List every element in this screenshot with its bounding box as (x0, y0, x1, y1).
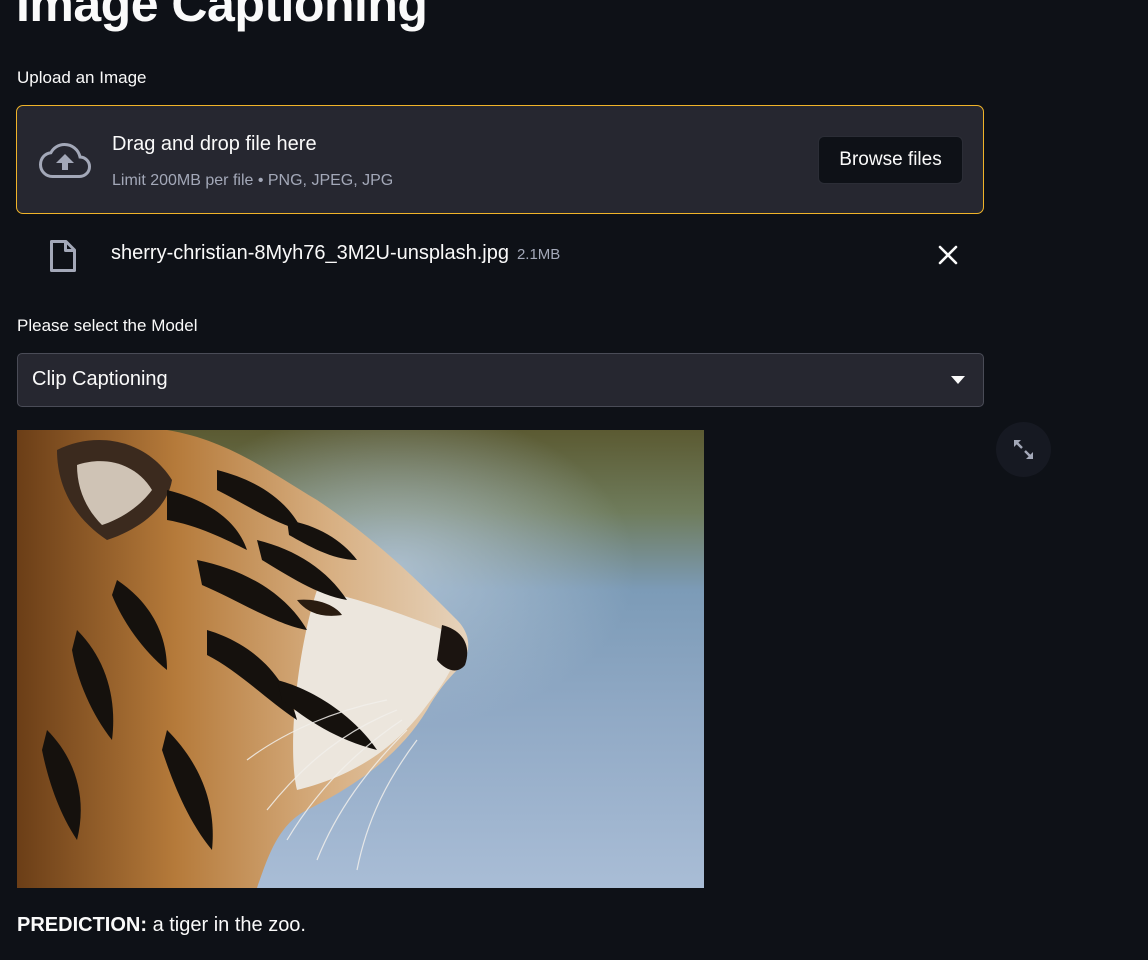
file-size: 2.1MB (516, 246, 561, 263)
page-title: Image Captioning (16, 0, 428, 32)
uploaded-file-row: sherry-christian-8Myh76_3M2U-unsplash.jp… (16, 230, 984, 280)
file-dropzone[interactable]: Drag and drop file here Limit 200MB per … (16, 105, 984, 214)
model-select[interactable]: Clip Captioning (17, 353, 984, 407)
app-page: Image Captioning Upload an Image Drag an… (0, 0, 1148, 960)
file-icon (50, 240, 76, 272)
fullscreen-icon (1014, 440, 1033, 459)
tiger-photo (17, 430, 704, 888)
prediction-caption: a tiger in the zoo. (152, 914, 306, 936)
model-select-label: Please select the Model (17, 316, 198, 335)
model-select-value: Clip Captioning (32, 368, 168, 390)
dropzone-title: Drag and drop file here (112, 133, 317, 155)
close-icon[interactable] (934, 241, 962, 269)
chevron-down-icon (951, 376, 965, 384)
prediction-text: PREDICTION: a tiger in the zoo. (17, 914, 306, 937)
prediction-label: PREDICTION: (17, 914, 147, 936)
cloud-upload-icon (39, 142, 91, 178)
uploaded-file-name: sherry-christian-8Myh76_3M2U-unsplash.jp… (111, 242, 560, 265)
upload-label: Upload an Image (17, 68, 147, 87)
dropzone-limit-text: Limit 200MB per file • PNG, JPEG, JPG (112, 172, 394, 189)
uploaded-image (17, 430, 704, 888)
file-name-text: sherry-christian-8Myh76_3M2U-unsplash.jp… (111, 242, 509, 264)
browse-files-button[interactable]: Browse files (818, 136, 963, 184)
fullscreen-button[interactable] (996, 422, 1051, 477)
